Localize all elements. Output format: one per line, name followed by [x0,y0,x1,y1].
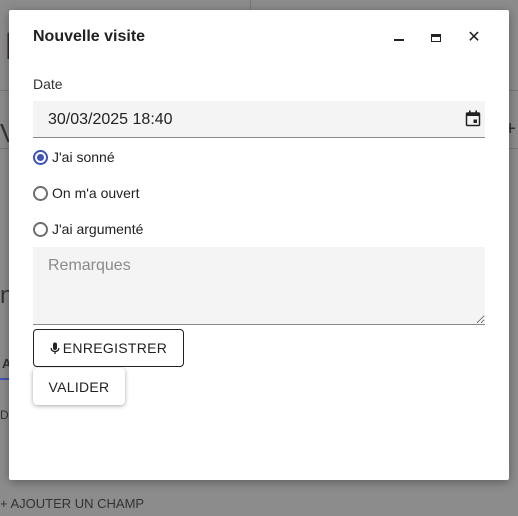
maximize-button[interactable] [424,26,448,50]
date-input[interactable]: 30/03/2025 18:40 [33,101,485,138]
close-icon: ✕ [467,29,481,46]
minimize-icon [394,39,404,41]
radio-button[interactable] [33,221,48,237]
remarks-textarea[interactable] [33,247,485,325]
radio-button[interactable] [33,185,48,201]
date-label: Date [33,76,63,92]
radio-button[interactable] [33,149,48,165]
radio-option-opened[interactable]: On m'a ouvert [33,185,140,201]
background-fragment: + AJOUTER UN CHAMP [0,496,145,511]
radio-label: J'ai sonné [52,149,115,165]
maximize-icon [431,34,441,42]
new-visit-dialog: Nouvelle visite ✕ Date 30/03/2025 18:40 … [9,10,509,480]
microphone-icon [50,342,60,355]
radio-label: J'ai argumenté [52,221,144,237]
validate-button[interactable]: VALIDER [33,368,125,405]
radio-label: On m'a ouvert [52,185,140,201]
date-value[interactable]: 30/03/2025 18:40 [48,111,173,129]
background-divider [250,0,251,10]
record-button-label: ENREGISTRER [62,340,168,356]
close-button[interactable]: ✕ [462,26,486,50]
dialog-title: Nouvelle visite [33,28,146,45]
minimize-button[interactable] [387,26,411,50]
radio-option-rang[interactable]: J'ai sonné [33,149,115,165]
calendar-icon[interactable] [465,110,481,132]
validate-button-label: VALIDER [48,378,110,395]
radio-option-argued[interactable]: J'ai argumenté [33,221,143,237]
record-button[interactable]: ENREGISTRER [33,329,184,367]
